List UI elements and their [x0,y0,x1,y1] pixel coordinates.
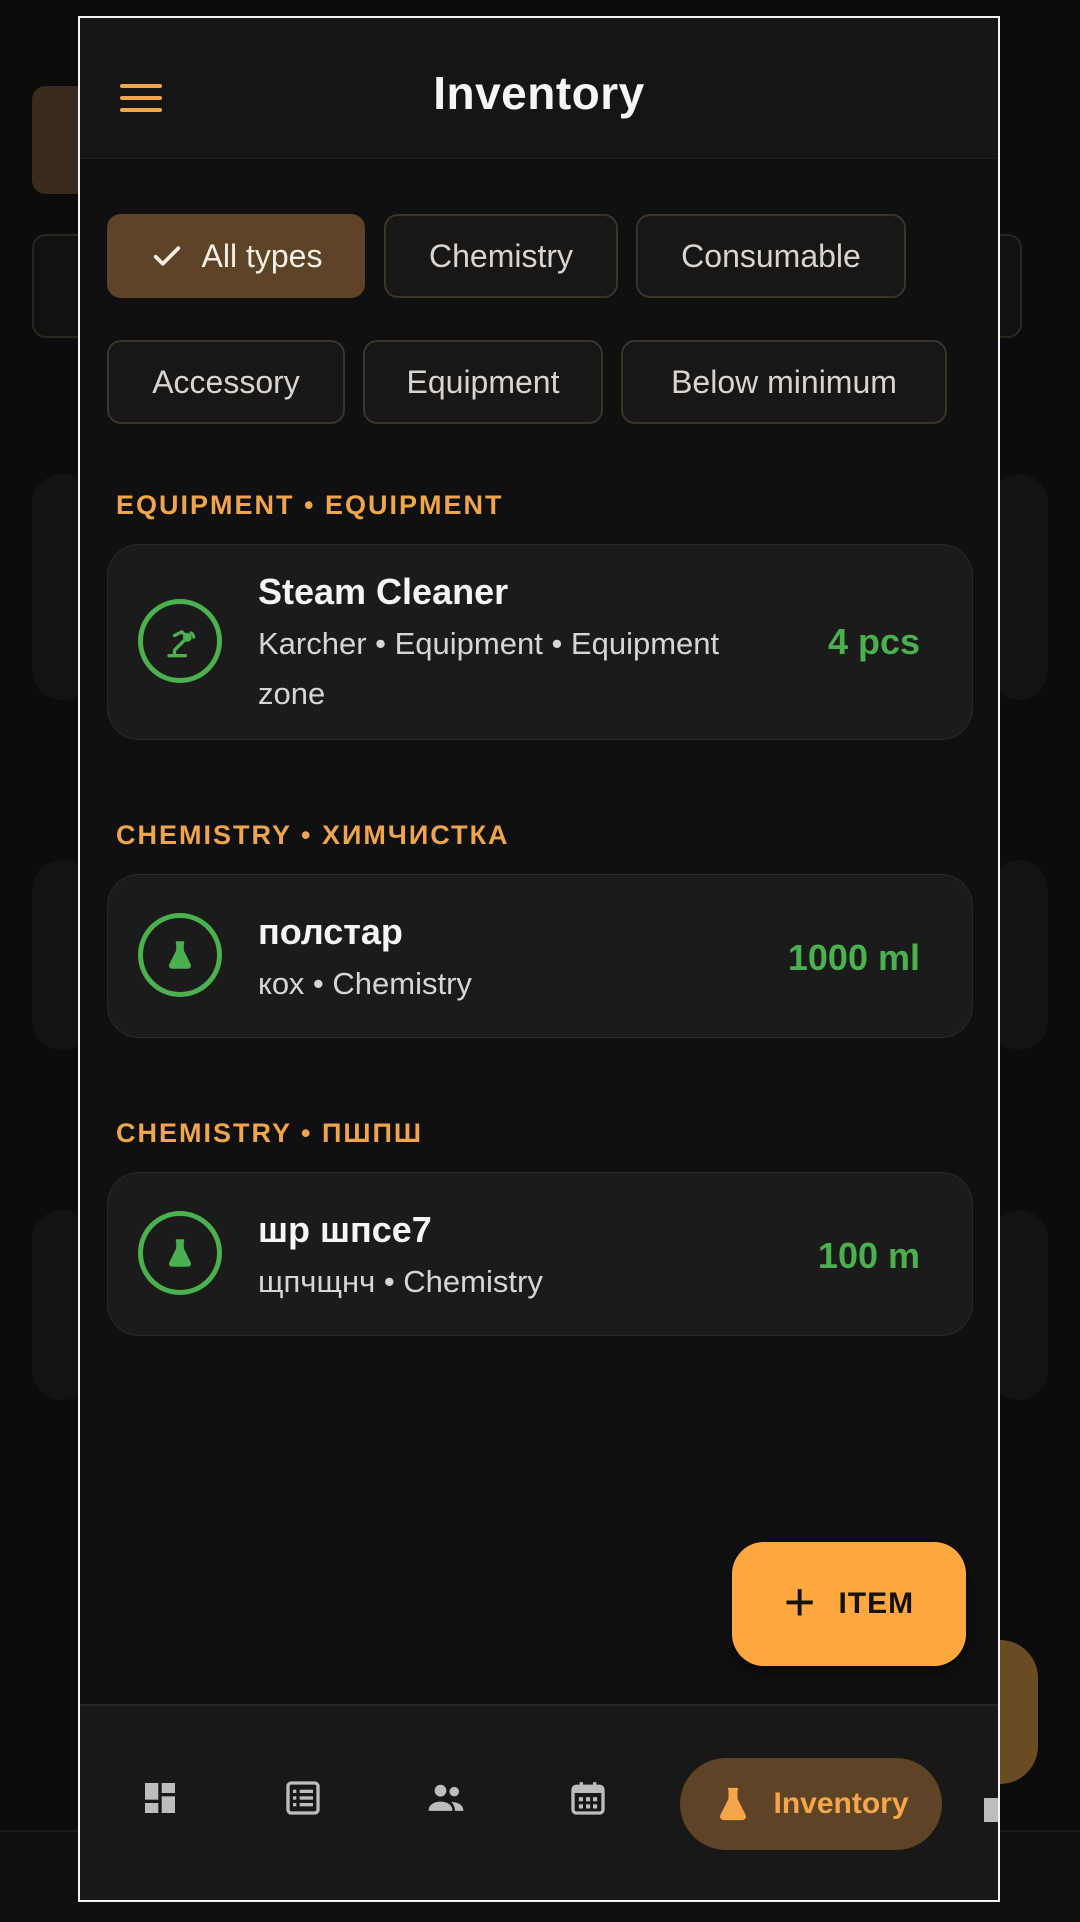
add-item-label: ITEM [838,1587,915,1620]
item-quantity: 4 pcs [827,621,920,662]
item-name: полстар [258,911,403,952]
nav-inventory[interactable]: Inventory [680,1758,942,1850]
item-details: кох • Chemistry [258,966,472,1001]
list-item[interactable]: Steam Cleaner Karcher • Equipment • Equi… [107,544,973,740]
item-quantity: 1000 ml [787,937,920,978]
list-icon [286,1781,320,1815]
filter-chip-chemistry[interactable]: Chemistry [384,214,618,298]
item-name: шр шпсе7 [258,1209,432,1250]
filter-chip-accessory[interactable]: Accessory [107,340,345,424]
filter-chip-label: Below minimum [671,363,897,400]
section-label: EQUIPMENT • EQUIPMENT [116,490,504,520]
check-icon [153,246,180,266]
filter-chip-label: All types [201,237,323,274]
nav-calendar[interactable] [556,1766,620,1830]
item-name: Steam Cleaner [258,571,509,612]
flask-icon [138,1211,222,1295]
add-item-button[interactable]: + ITEM [732,1542,966,1666]
filter-chip-below-minimum[interactable]: Below minimum [621,340,947,424]
inventory-window: Inventory All types Chemistry Consumable… [78,16,1000,1902]
list-item[interactable]: полстар кох • Chemistry 1000 ml [107,874,973,1038]
flask-glyph [168,941,192,969]
filter-chip-label: Equipment [406,363,560,400]
dashboard-icon [145,1783,175,1813]
nav-people[interactable] [414,1766,478,1830]
plus-icon: + [783,1572,817,1632]
nav-list[interactable] [271,1766,335,1830]
section-label: CHEMISTRY • ХИМЧИСТКА [116,820,510,850]
item-details: щпчщнч • Chemistry [258,1264,543,1299]
filter-chip-consumable[interactable]: Consumable [636,214,906,298]
page-title: Inventory [433,67,645,119]
item-details: Karcher • Equipment • Equipment [258,626,720,661]
filter-chip-label: Chemistry [428,237,573,274]
nav-overflow-indicator [984,1798,998,1822]
filter-chip-label: Accessory [152,363,300,400]
equipment-icon [138,599,222,683]
people-icon [428,1784,464,1811]
filter-chip-label: Consumable [681,237,861,274]
item-details-line2: zone [258,676,326,711]
flask-icon [138,913,222,997]
bottom-navigation: Inventory [80,1704,998,1900]
nav-dashboard[interactable] [128,1766,192,1830]
item-quantity: 100 m [817,1235,920,1276]
section-label: CHEMISTRY • ПШПШ [116,1118,424,1148]
flask-icon [720,1787,747,1821]
nav-inventory-label: Inventory [773,1787,909,1820]
calendar-icon [571,1782,605,1815]
flask-glyph [168,1239,192,1267]
equipment-glyph [167,630,196,658]
filter-chip-equipment[interactable]: Equipment [363,340,603,424]
top-app-bar: Inventory [80,18,998,159]
list-item[interactable]: шр шпсе7 щпчщнч • Chemistry 100 m [107,1172,973,1336]
filter-chip-all-types[interactable]: All types [107,214,365,298]
